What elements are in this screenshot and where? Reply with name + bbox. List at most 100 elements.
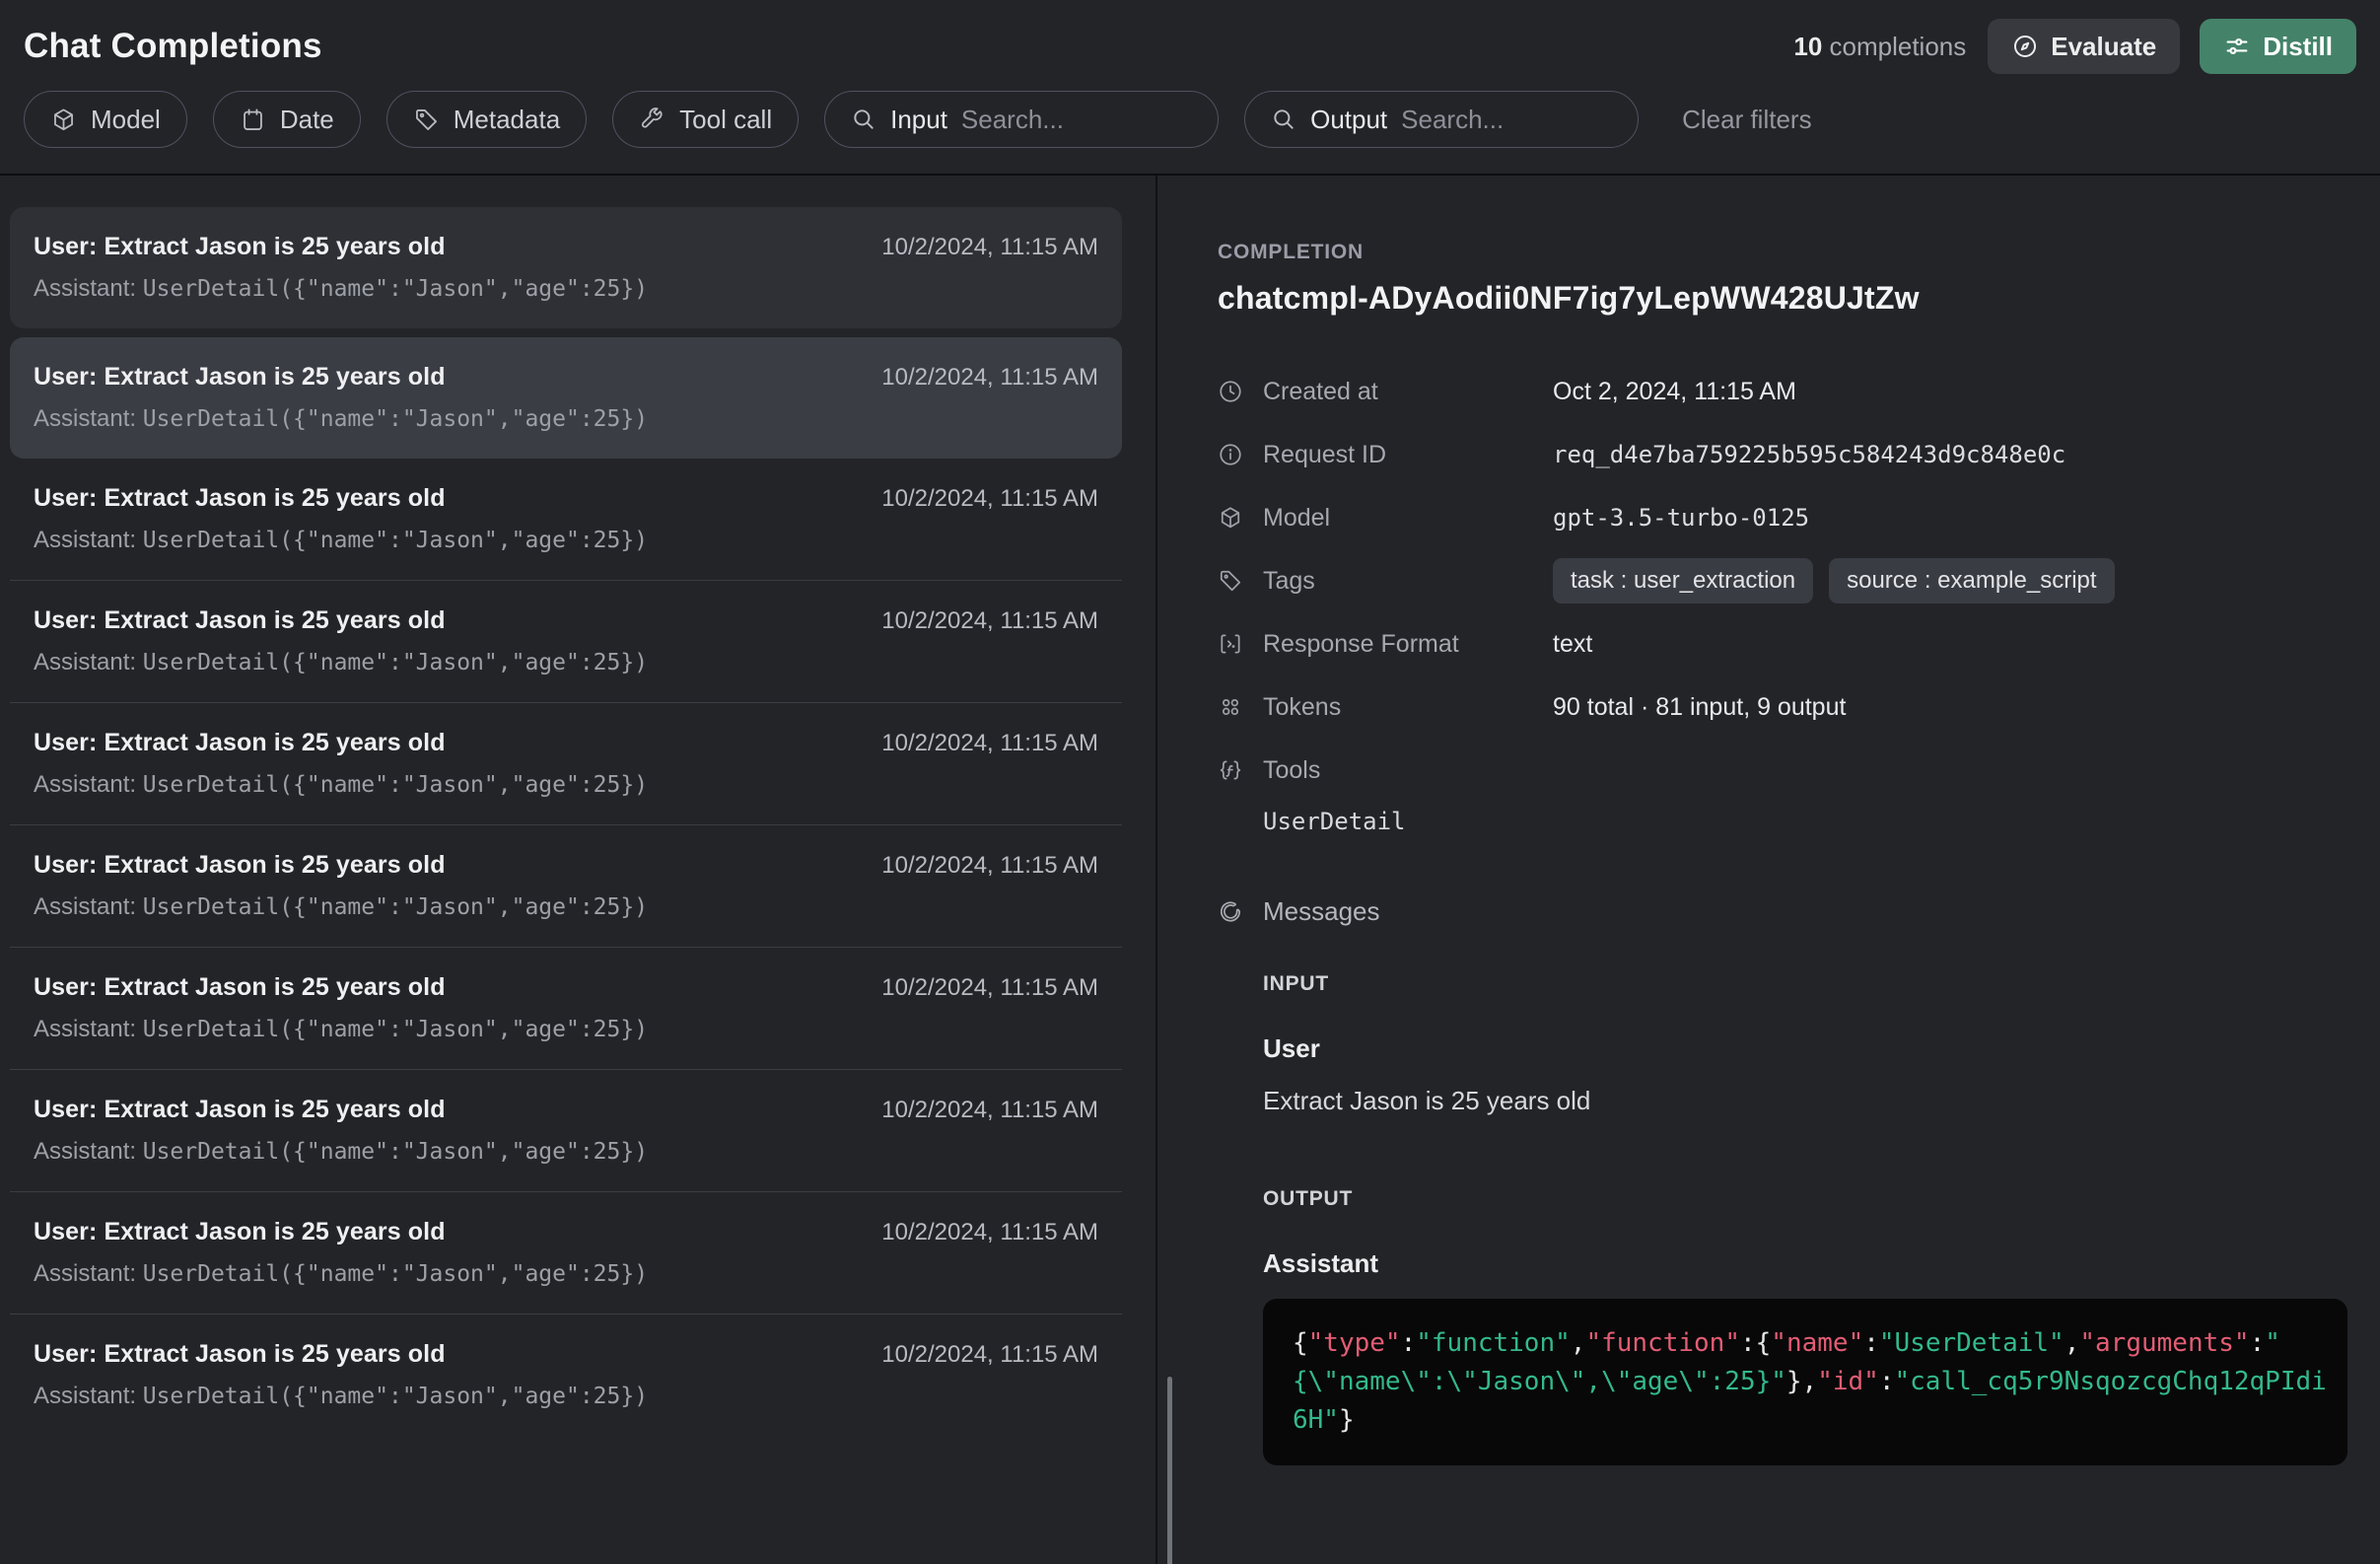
- messages-body: INPUT User Extract Jason is 25 years old…: [1263, 972, 2341, 1465]
- row-assistant-text: Assistant: UserDetail({"name":"Jason","a…: [34, 405, 1098, 433]
- meta-label: Model: [1263, 504, 1553, 533]
- row-title-line: User: Extract Jason is 25 years old 10/2…: [34, 233, 1098, 261]
- distill-button[interactable]: Distill: [2200, 19, 2356, 74]
- input-search-label: Input: [890, 105, 947, 135]
- main-content: User: Extract Jason is 25 years old 10/2…: [0, 174, 2380, 1564]
- meta-value-created-at: Oct 2, 2024, 11:15 AM: [1553, 378, 1796, 406]
- evaluate-icon: [2011, 33, 2039, 60]
- search-icon: [1271, 107, 1296, 132]
- row-timestamp: 10/2/2024, 11:15 AM: [881, 852, 1098, 880]
- meta-label: Created at: [1263, 378, 1553, 406]
- meta-row-request-id: Request ID req_d4e7ba759225b595c584243d9…: [1218, 423, 2341, 486]
- tag-icon: [1218, 568, 1243, 594]
- row-assistant-text: Assistant: UserDetail({"name":"Jason","a…: [34, 649, 1098, 676]
- completions-list: User: Extract Jason is 25 years old 10/2…: [0, 176, 1157, 1564]
- meta-row-tools: Tools: [1218, 739, 2341, 802]
- completions-count: 10 completions: [1793, 32, 1966, 62]
- completion-detail: COMPLETION chatcmpl-ADyAodii0NF7ig7yLepW…: [1157, 176, 2380, 1564]
- meta-label: Tags: [1263, 567, 1553, 596]
- tag-badge: source : example_script: [1829, 558, 2114, 604]
- row-title-line: User: Extract Jason is 25 years old 10/2…: [34, 1096, 1098, 1124]
- output-code: {"type":"function","function":{"name":"U…: [1263, 1299, 2347, 1465]
- row-assistant-text: Assistant: UserDetail({"name":"Jason","a…: [34, 771, 1098, 799]
- scrollbar-thumb[interactable]: [1167, 1377, 1172, 1564]
- row-title-line: User: Extract Jason is 25 years old 10/2…: [34, 973, 1098, 1002]
- filter-date-label: Date: [280, 105, 334, 135]
- row-title-line: User: Extract Jason is 25 years old 10/2…: [34, 851, 1098, 880]
- meta-value-tokens: 90 total · 81 input, 9 output: [1553, 693, 1846, 722]
- tools-value: UserDetail: [1263, 808, 2341, 835]
- row-title-line: User: Extract Jason is 25 years old 10/2…: [34, 484, 1098, 513]
- row-title-line: User: Extract Jason is 25 years old 10/2…: [34, 729, 1098, 757]
- row-assistant-text: Assistant: UserDetail({"name":"Jason","a…: [34, 893, 1098, 921]
- evaluate-button-label: Evaluate: [2051, 32, 2156, 62]
- input-section-label: INPUT: [1263, 972, 2341, 996]
- completion-list-item[interactable]: User: Extract Jason is 25 years old 10/2…: [10, 337, 1122, 459]
- chat-completions-app: Chat Completions 10 completions Evaluate: [0, 0, 2380, 1564]
- row-user-text: User: Extract Jason is 25 years old: [34, 1218, 446, 1246]
- model-cube-icon: [1218, 505, 1243, 531]
- row-user-text: User: Extract Jason is 25 years old: [34, 484, 446, 513]
- meta-value-response-format: text: [1553, 630, 1592, 659]
- tag-icon: [413, 107, 440, 133]
- header-actions: 10 completions Evaluate: [1793, 19, 2356, 74]
- meta-value-request-id: req_d4e7ba759225b595c584243d9c848e0c: [1553, 441, 2065, 468]
- input-search-filter[interactable]: Input: [824, 91, 1219, 148]
- clear-filters-button[interactable]: Clear filters: [1682, 105, 1811, 135]
- output-search-field[interactable]: [1401, 105, 1612, 135]
- distill-button-label: Distill: [2263, 32, 2333, 62]
- row-user-text: User: Extract Jason is 25 years old: [34, 729, 446, 757]
- function-braces-icon: [1218, 757, 1243, 783]
- meta-row-response-format: Response Format text: [1218, 612, 2341, 675]
- evaluate-button[interactable]: Evaluate: [1988, 19, 2180, 74]
- row-title-line: User: Extract Jason is 25 years old 10/2…: [34, 1340, 1098, 1369]
- completion-metadata: Created at Oct 2, 2024, 11:15 AM Request…: [1218, 360, 2341, 802]
- output-search-filter[interactable]: Output: [1244, 91, 1639, 148]
- completion-list-item[interactable]: User: Extract Jason is 25 years old 10/2…: [10, 207, 1122, 328]
- row-assistant-text: Assistant: UserDetail({"name":"Jason","a…: [34, 527, 1098, 554]
- tokens-icon: [1218, 694, 1243, 720]
- info-icon: [1218, 442, 1243, 467]
- completion-list-item[interactable]: User: Extract Jason is 25 years old 10/2…: [10, 824, 1122, 947]
- row-timestamp: 10/2/2024, 11:15 AM: [881, 1341, 1098, 1369]
- completions-count-label: completions: [1830, 32, 1967, 61]
- filter-metadata[interactable]: Metadata: [386, 91, 587, 148]
- wrench-icon: [639, 107, 665, 133]
- row-assistant-text: Assistant: UserDetail({"name":"Jason","a…: [34, 1016, 1098, 1043]
- completion-list-item[interactable]: User: Extract Jason is 25 years old 10/2…: [10, 702, 1122, 824]
- output-role: Assistant: [1263, 1248, 2341, 1279]
- distill-icon: [2223, 33, 2251, 60]
- meta-label: Request ID: [1263, 441, 1553, 469]
- filter-tool-call[interactable]: Tool call: [612, 91, 799, 148]
- input-search-field[interactable]: [961, 105, 1192, 135]
- row-assistant-text: Assistant: UserDetail({"name":"Jason","a…: [34, 1383, 1098, 1410]
- row-timestamp: 10/2/2024, 11:15 AM: [881, 1097, 1098, 1124]
- row-timestamp: 10/2/2024, 11:15 AM: [881, 974, 1098, 1002]
- row-title-line: User: Extract Jason is 25 years old 10/2…: [34, 606, 1098, 635]
- filter-model-label: Model: [91, 105, 161, 135]
- completion-list-item[interactable]: User: Extract Jason is 25 years old 10/2…: [10, 1069, 1122, 1191]
- meta-label: Tools: [1263, 756, 1553, 785]
- row-user-text: User: Extract Jason is 25 years old: [34, 973, 446, 1002]
- tags-list: task : user_extraction source : example_…: [1553, 558, 2115, 604]
- completion-list-item[interactable]: User: Extract Jason is 25 years old 10/2…: [10, 1314, 1122, 1436]
- row-assistant-text: Assistant: UserDetail({"name":"Jason","a…: [34, 1260, 1098, 1288]
- filter-model[interactable]: Model: [24, 91, 187, 148]
- completion-list-item[interactable]: User: Extract Jason is 25 years old 10/2…: [10, 947, 1122, 1069]
- completion-list-item[interactable]: User: Extract Jason is 25 years old 10/2…: [10, 1191, 1122, 1314]
- chat-bubble-icon: [1218, 899, 1243, 925]
- row-user-text: User: Extract Jason is 25 years old: [34, 1340, 446, 1369]
- row-title-line: User: Extract Jason is 25 years old 10/2…: [34, 363, 1098, 391]
- meta-row-created-at: Created at Oct 2, 2024, 11:15 AM: [1218, 360, 2341, 423]
- row-user-text: User: Extract Jason is 25 years old: [34, 1096, 446, 1124]
- calendar-icon: [240, 107, 266, 133]
- filter-tool-call-label: Tool call: [679, 105, 772, 135]
- filter-date[interactable]: Date: [213, 91, 361, 148]
- meta-value-model: gpt-3.5-turbo-0125: [1553, 504, 1809, 532]
- row-assistant-text: Assistant: UserDetail({"name":"Jason","a…: [34, 275, 1098, 303]
- completion-list-item[interactable]: User: Extract Jason is 25 years old 10/2…: [10, 580, 1122, 702]
- completion-list-item[interactable]: User: Extract Jason is 25 years old 10/2…: [10, 459, 1122, 580]
- row-timestamp: 10/2/2024, 11:15 AM: [881, 364, 1098, 391]
- meta-label: Tokens: [1263, 693, 1553, 722]
- messages-section-header: Messages: [1218, 896, 2341, 927]
